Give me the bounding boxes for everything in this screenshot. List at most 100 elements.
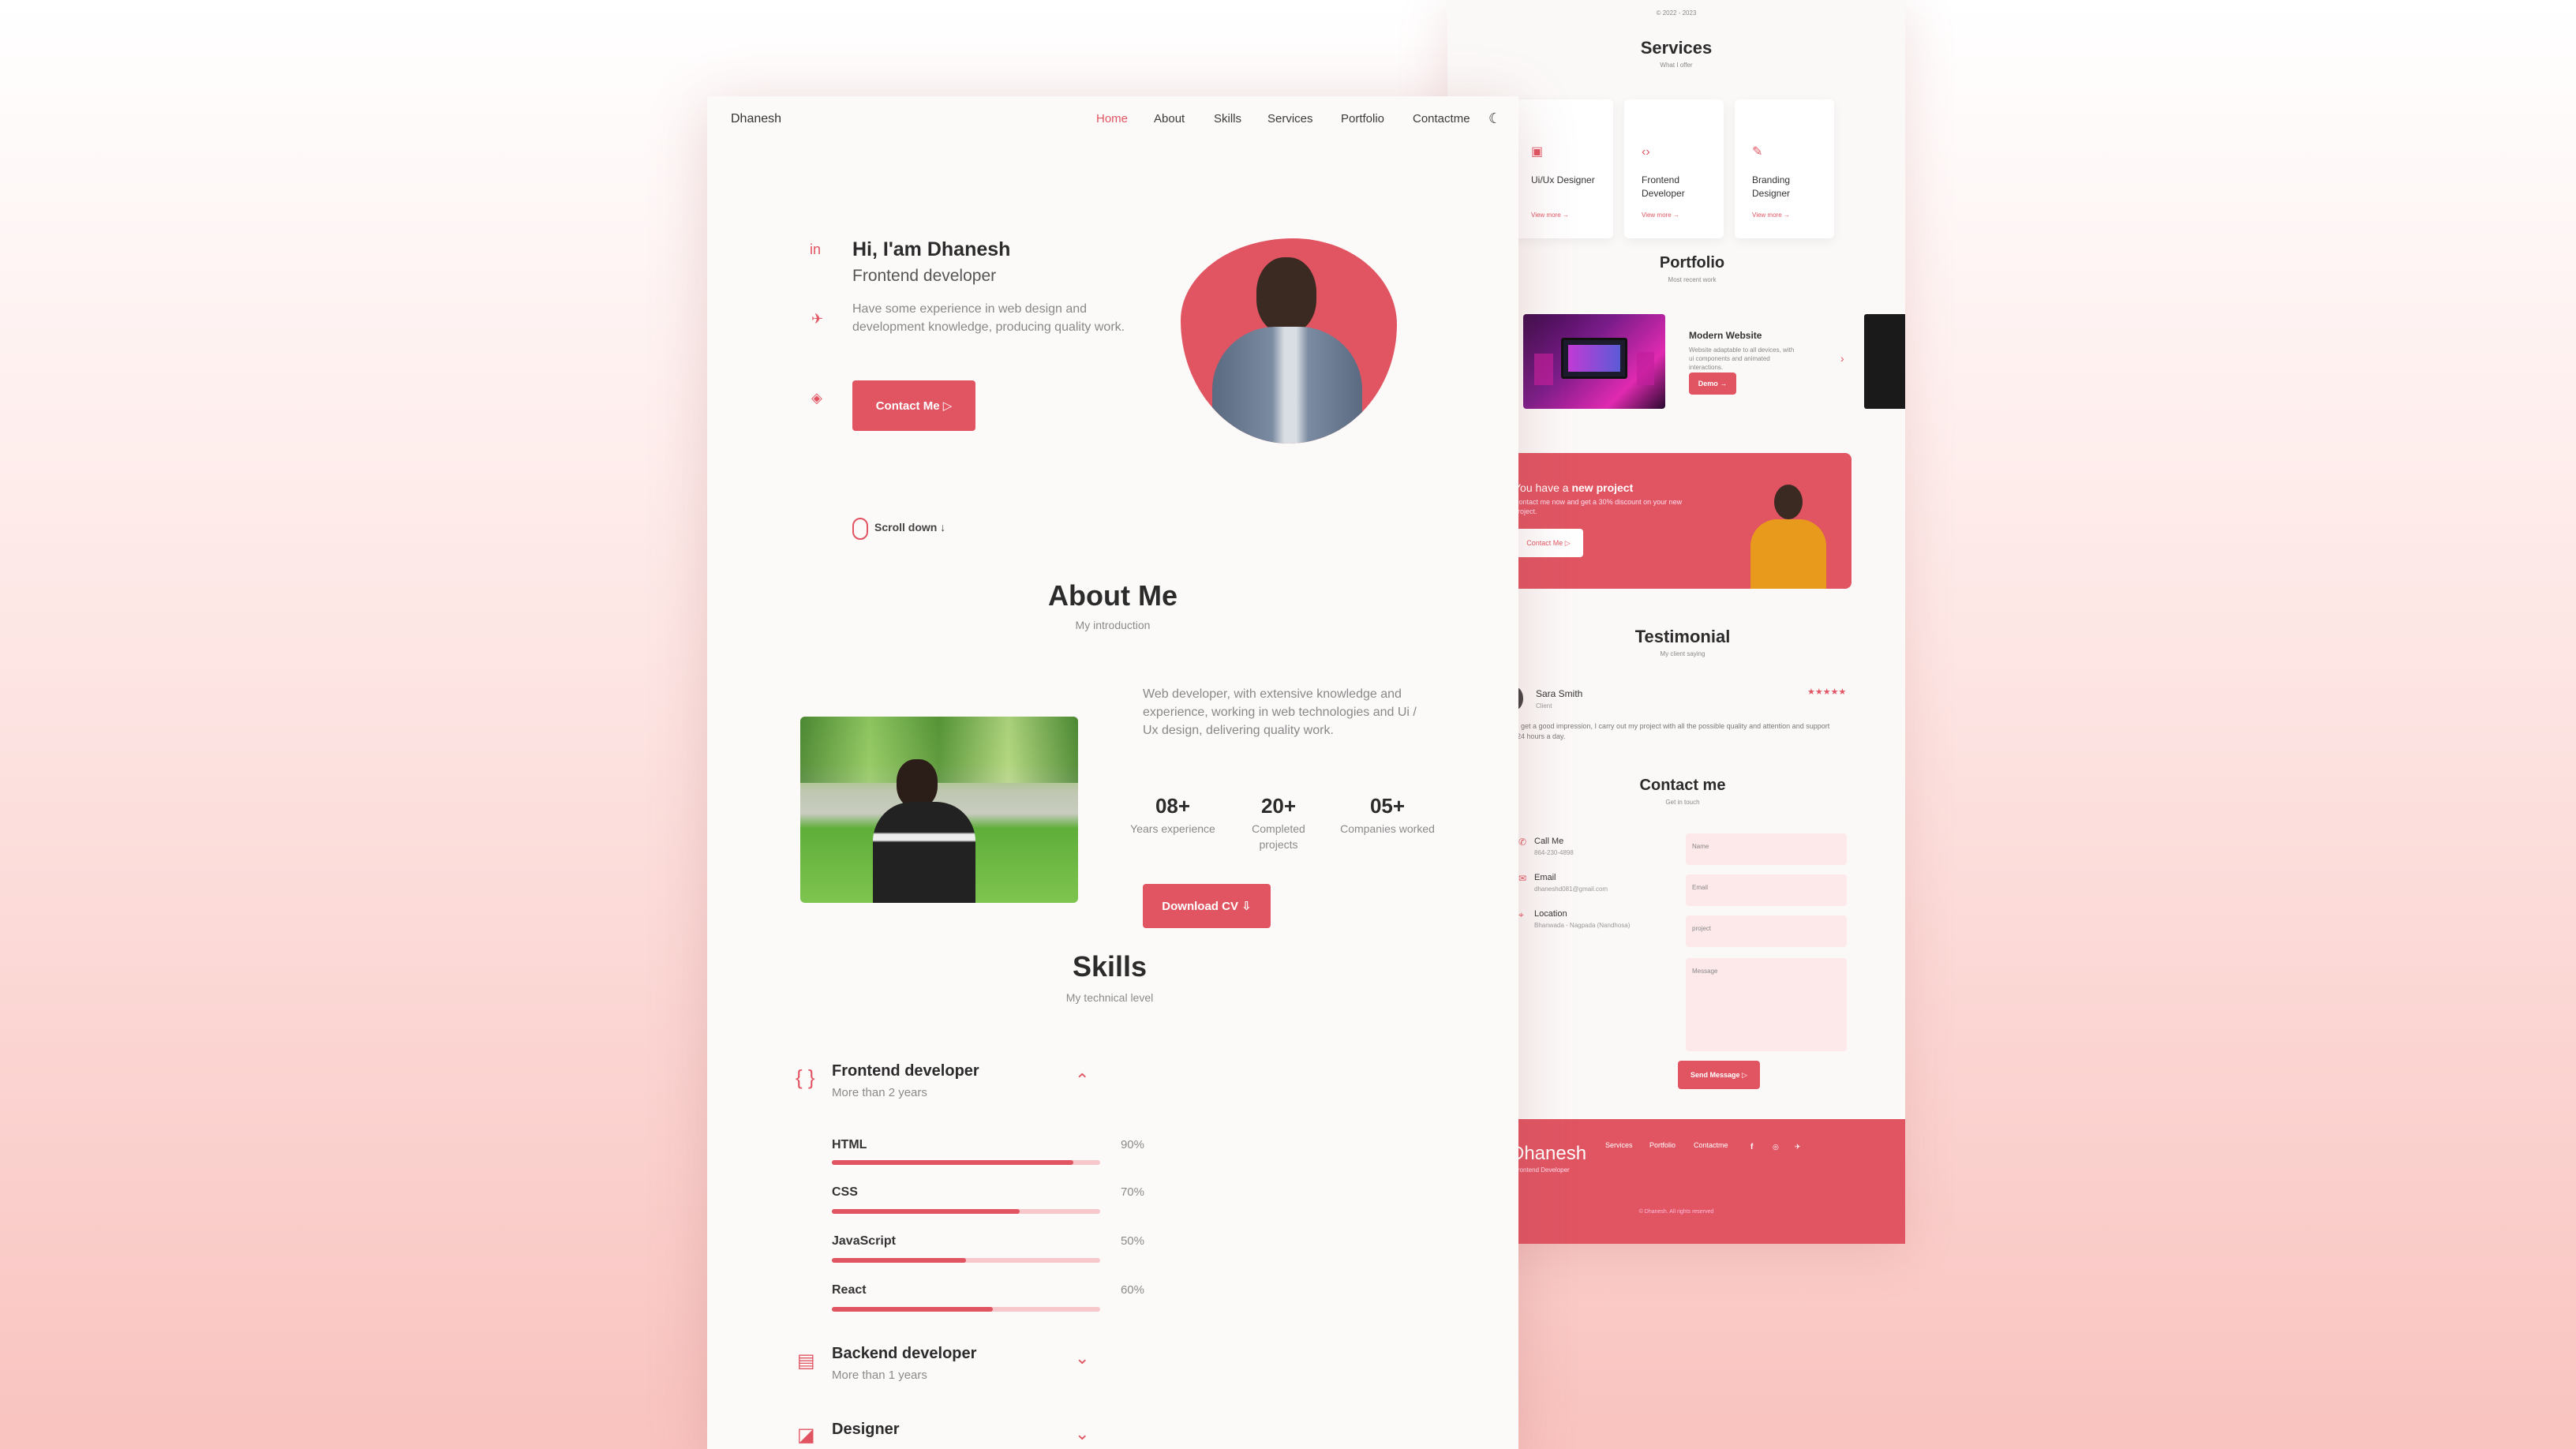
stat-years-number: 08+ (1155, 794, 1191, 818)
profile-head (1256, 257, 1316, 333)
twitter-icon[interactable]: ✈ (1795, 1143, 1801, 1151)
skill-name: HTML (832, 1138, 867, 1151)
download-cv-button[interactable]: Download CV ⇩ (1143, 884, 1271, 928)
about-desc: Web developer, with extensive knowledge … (1143, 687, 1417, 737)
stat-companies-number: 05+ (1369, 794, 1406, 818)
banner-person-photo (1750, 485, 1826, 589)
banner-contact-button[interactable]: Contact Me ▷ (1514, 529, 1583, 557)
view-more-link[interactable]: View more → (1642, 212, 1679, 219)
stat-projects-number: 20+ (1260, 794, 1297, 818)
testimonial-name: Sara Smith (1536, 688, 1583, 699)
contact-info-label: Call Me (1534, 837, 1564, 846)
footer-link-portfolio[interactable]: Portfolio (1649, 1141, 1676, 1149)
service-card-uiux[interactable]: ▣ Ui/Ux Designer View more → (1514, 99, 1613, 238)
nav-skills[interactable]: Skills (1214, 112, 1241, 125)
banner-title-bold: new project (1571, 481, 1634, 494)
contact-info-value: 864-230-4898 (1534, 849, 1574, 856)
service-card-branding[interactable]: ✎ Branding Designer View more → (1735, 99, 1834, 238)
front-page-preview: Dhanesh Home About Skills Services Portf… (707, 96, 1518, 1449)
mouse-icon (852, 518, 868, 540)
footer-link-services[interactable]: Services (1605, 1141, 1633, 1149)
instagram-icon[interactable]: ◎ (1773, 1143, 1779, 1151)
testimonial-title: Testimonial (1634, 627, 1731, 646)
nav-portfolio[interactable]: Portfolio (1341, 112, 1384, 125)
banner-title-prefix: You have a (1514, 481, 1572, 494)
services-subtitle: What I offer (1660, 62, 1693, 69)
nav-about[interactable]: About (1154, 112, 1185, 125)
twitter-icon[interactable]: ✈ (811, 311, 823, 328)
service-card-title: Frontend Developer (1642, 174, 1685, 199)
location-icon: ⌖ (1518, 909, 1524, 920)
view-more-link[interactable]: View more → (1752, 212, 1790, 219)
about-person-body (873, 802, 975, 903)
about-subtitle: My introduction (1075, 619, 1151, 631)
skill-name: CSS (832, 1185, 858, 1199)
scroll-down-link[interactable]: Scroll down ↓ (874, 521, 945, 534)
linkedin-icon[interactable]: in (810, 242, 821, 258)
skill-name: React (832, 1283, 867, 1297)
service-card-frontend[interactable]: ‹› Frontend Developer View more → (1624, 99, 1724, 238)
skill-bar-track (832, 1307, 1100, 1312)
skill-group-title[interactable]: Designer (832, 1421, 900, 1439)
services-title: Services (1640, 38, 1713, 58)
stat-projects-label: Completed projects (1252, 822, 1305, 851)
copyright-top: © 2022 - 2023 (1656, 9, 1697, 17)
skill-bar-track (832, 1258, 1100, 1263)
contact-info-value: Bhanwada - Nagpada (Nandhosa) (1534, 922, 1631, 929)
footer-link-contactme[interactable]: Contactme (1694, 1141, 1728, 1149)
project-field[interactable]: project (1686, 915, 1847, 947)
service-card-title: Branding Designer (1752, 174, 1791, 199)
skill-percent: 70% (1120, 1185, 1144, 1199)
profile-body (1212, 327, 1362, 444)
skill-name: JavaScript (832, 1234, 896, 1248)
nav-contactme[interactable]: Contactme (1413, 112, 1470, 125)
facebook-icon[interactable]: f (1750, 1143, 1753, 1151)
name-field[interactable]: Name (1686, 833, 1847, 865)
skill-group-sub: More than 1 years (832, 1368, 927, 1382)
banner-desc: Contact me now and get a 30% discount on… (1514, 498, 1683, 515)
skill-group-title[interactable]: Frontend developer (832, 1062, 979, 1080)
code-icon: ‹› (1642, 145, 1650, 159)
view-more-link[interactable]: View more → (1531, 212, 1569, 219)
brand-logo[interactable]: Dhanesh (731, 112, 781, 126)
mail-icon: ✉ (1518, 873, 1527, 884)
moon-icon[interactable]: ☾ (1488, 110, 1501, 127)
skill-percent: 60% (1120, 1283, 1144, 1297)
demo-button[interactable]: Demo → (1689, 373, 1736, 395)
contact-subtitle: Get in touch (1665, 799, 1700, 806)
send-message-button[interactable]: Send Message ▷ (1678, 1061, 1760, 1089)
contact-info-label: Location (1534, 909, 1567, 919)
stat-years-label: Years experience (1130, 822, 1215, 835)
contact-me-button[interactable]: Contact Me ▷ (852, 380, 975, 431)
skill-group-sub: More than 2 years (832, 1086, 927, 1099)
skills-subtitle: My technical level (1065, 991, 1154, 1004)
contact-info-label: Email (1534, 873, 1556, 882)
hero-subtitle: Frontend developer (852, 267, 997, 285)
layout-icon: ▣ (1531, 145, 1544, 159)
nav-home[interactable]: Home (1096, 112, 1128, 125)
nav-services[interactable]: Services (1267, 112, 1313, 125)
skill-bar-track (832, 1209, 1100, 1214)
chevron-down-icon[interactable]: ⌄ (1075, 1348, 1089, 1368)
skill-bar-track (832, 1160, 1100, 1165)
skill-bar-fill (832, 1258, 966, 1263)
palette-icon: ◪ (797, 1425, 815, 1446)
about-title: About Me (1048, 579, 1178, 612)
portfolio-image (1523, 314, 1665, 409)
skill-percent: 90% (1120, 1138, 1144, 1151)
skill-group-title[interactable]: Backend developer (832, 1345, 976, 1363)
chevron-up-icon[interactable]: ⌃ (1075, 1070, 1089, 1091)
portfolio-item-desc: Website adaptable to all devices, with u… (1689, 346, 1795, 371)
phone-icon: ✆ (1518, 837, 1527, 848)
skill-bar-fill (832, 1160, 1073, 1165)
github-icon[interactable]: ◈ (811, 390, 822, 406)
message-field[interactable]: Message (1686, 958, 1847, 1051)
testimonial-text: I get a good impression, I carry out my … (1517, 722, 1830, 740)
monitor-graphic (1561, 338, 1627, 379)
banner-title: You have a new project (1514, 481, 1633, 494)
braces-icon: { } (796, 1065, 815, 1089)
chevron-right-icon[interactable]: › (1840, 352, 1844, 365)
email-field[interactable]: Email (1686, 874, 1847, 906)
chevron-down-icon[interactable]: ⌄ (1075, 1424, 1089, 1444)
portfolio-item-title: Modern Website (1689, 330, 1762, 341)
